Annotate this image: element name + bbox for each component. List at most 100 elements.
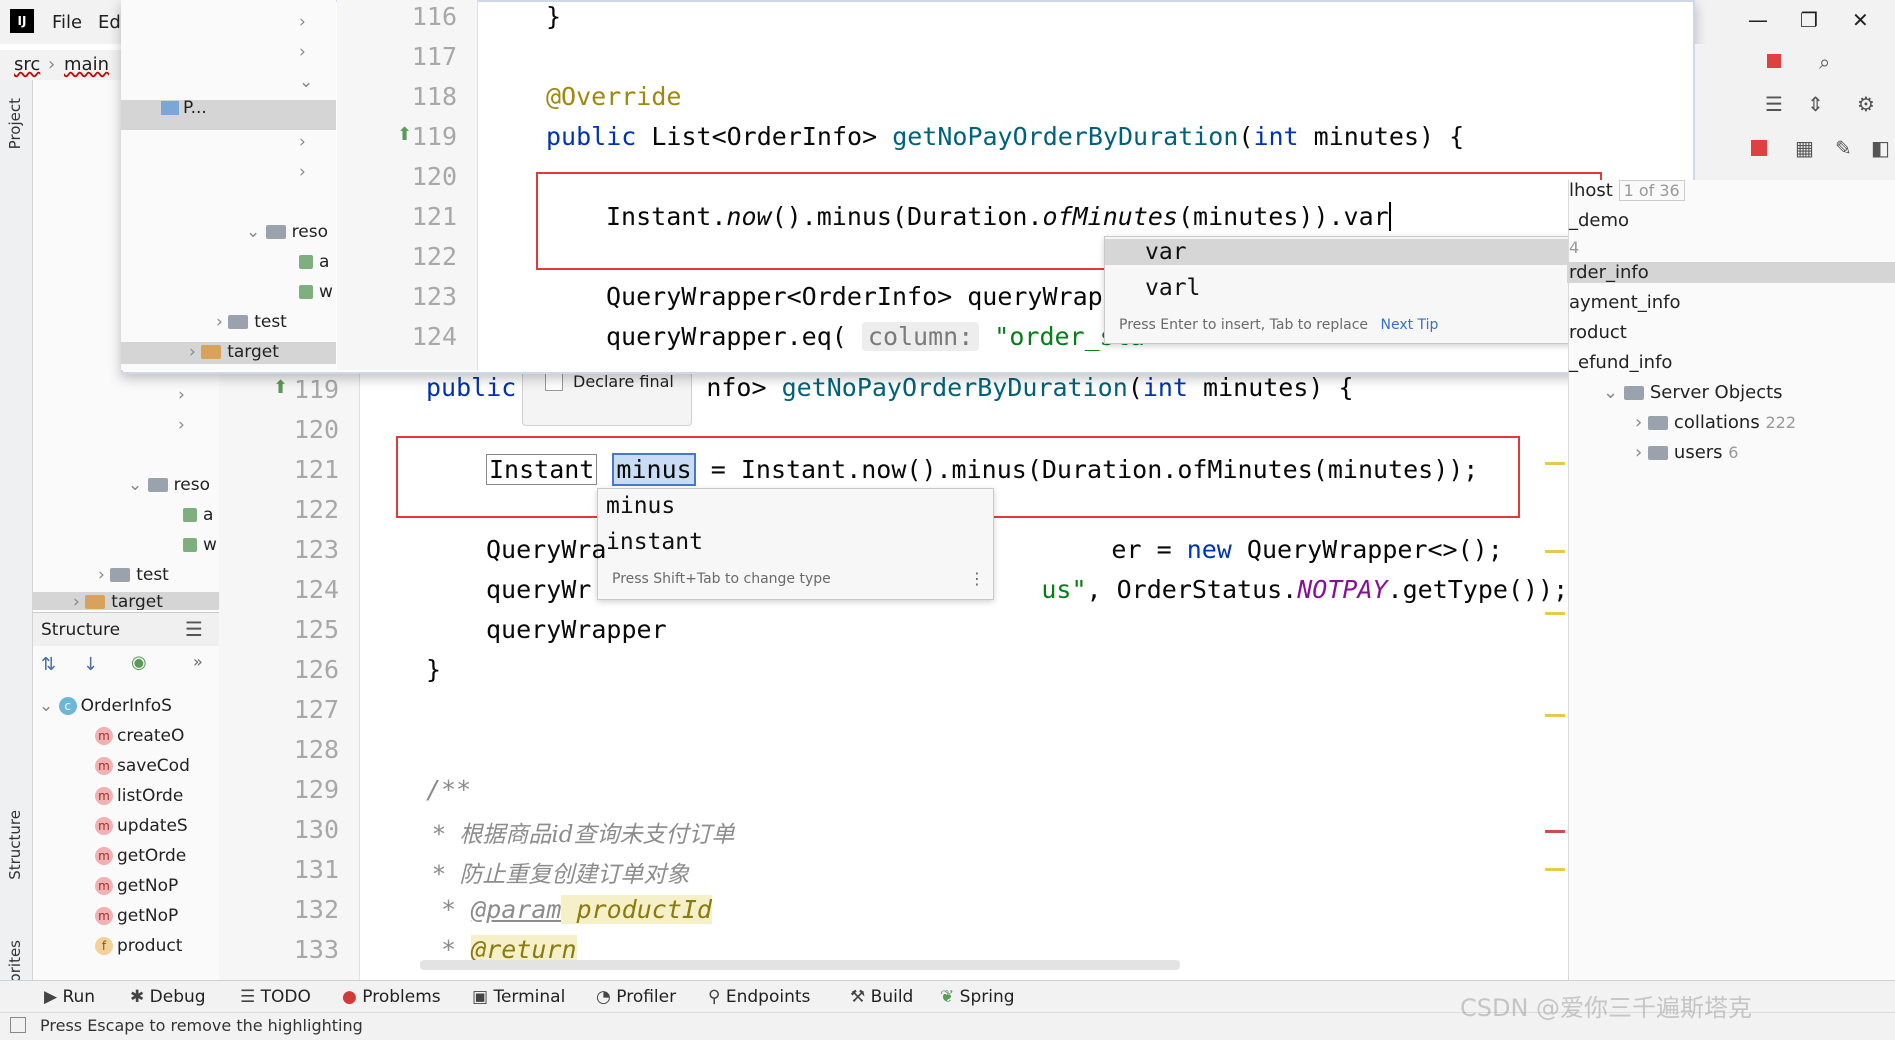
expand-chevron-icon[interactable]: › — [299, 42, 306, 62]
sort-visibility-icon[interactable]: ↓ — [83, 654, 98, 675]
run-tool-button[interactable]: ▶ Run — [44, 987, 95, 1007]
overlay-selected-row — [121, 100, 336, 130]
endpoints-tool-button[interactable]: ⚲ Endpoints — [708, 987, 810, 1007]
status-toggle-icon[interactable] — [10, 1017, 26, 1033]
todo-list-icon: ☰ — [240, 987, 256, 1007]
expand-all-icon[interactable]: ⇕ — [1807, 92, 1824, 116]
overlay-tree-file-a[interactable]: a — [299, 252, 329, 272]
restore-icon[interactable]: ❐ — [1800, 8, 1818, 32]
folder-icon — [1647, 416, 1668, 430]
line-number: 123 — [293, 535, 339, 564]
menu-file[interactable]: File — [52, 12, 82, 33]
show-inherited-icon[interactable]: ◉ — [131, 652, 147, 673]
line-number: 124 — [411, 322, 457, 351]
expand-chevron-icon: › — [1635, 442, 1648, 463]
collapse-chevron-icon[interactable]: ⌄ — [299, 72, 313, 92]
line-number: 120 — [293, 415, 339, 444]
expand-chevron-icon[interactable]: › — [178, 415, 185, 435]
edit-pencil-icon[interactable]: ✎ — [1835, 136, 1852, 160]
debug-tool-button[interactable]: ✱ Debug — [130, 987, 206, 1007]
line-number: 130 — [293, 815, 339, 844]
overlay-project-title: P... — [161, 98, 207, 118]
more-options-icon[interactable]: » — [193, 652, 203, 671]
db-table-refund-info[interactable]: _efund_info — [1569, 352, 1672, 373]
stop-icon[interactable] — [1751, 140, 1767, 156]
build-tool-button[interactable]: ⚒ Build — [850, 987, 913, 1007]
spring-tool-button[interactable]: ❦ Spring — [940, 987, 1015, 1007]
todo-tool-button[interactable]: ☰ TODO — [240, 987, 311, 1007]
database-panel: lhost 1 of 36 _demo 4 rder_info ayment_i… — [1567, 180, 1895, 980]
table-view-icon[interactable]: ▦ — [1795, 136, 1814, 160]
expand-chevron-icon[interactable]: › — [299, 162, 306, 182]
db-collations[interactable]: › collations 222 — [1635, 412, 1796, 433]
expand-chevron-icon: › — [73, 592, 86, 610]
line-number: 118 — [411, 82, 457, 111]
run-icon: ▶ — [44, 987, 58, 1007]
settings-gear-icon[interactable]: ⚙ — [1857, 92, 1875, 116]
profiler-tool-button[interactable]: ◔ Profiler — [596, 987, 676, 1007]
line-number: 124 — [293, 575, 339, 604]
horizontal-scrollbar[interactable] — [420, 960, 1180, 970]
expand-chevron-icon[interactable]: › — [299, 132, 306, 152]
tree-item-file-w[interactable]: w — [183, 535, 217, 555]
db-schema[interactable]: _demo — [1569, 210, 1629, 231]
close-icon[interactable]: ✕ — [1852, 8, 1869, 32]
collapse-all-icon[interactable]: ☰ — [1765, 92, 1783, 116]
search-icon[interactable]: ⌕ — [1819, 50, 1830, 74]
panel-options-icon[interactable]: ☰ — [185, 617, 203, 641]
db-host[interactable]: lhost 1 of 36 — [1569, 180, 1685, 201]
code-line-123: QueryWra er = new QueryWrapper<>(); — [486, 535, 1503, 564]
implements-gutter-icon[interactable]: ⬆ — [397, 124, 412, 145]
expand-chevron-icon[interactable]: › — [178, 385, 185, 405]
suggestion-minus[interactable]: minus — [598, 493, 993, 519]
menu-edit[interactable]: Ed — [98, 12, 121, 33]
folder-icon — [201, 345, 222, 359]
view-options-icon[interactable]: ◧ — [1871, 136, 1890, 160]
db-users[interactable]: › users 6 — [1635, 442, 1738, 463]
expand-chevron-icon[interactable]: › — [299, 12, 306, 32]
code-line-125: queryWrapper — [486, 615, 667, 644]
problems-tool-button[interactable]: ● Problems — [342, 987, 441, 1007]
field-icon: f — [95, 937, 113, 955]
stop-icon[interactable] — [1767, 54, 1781, 68]
overlay-tree-file-w[interactable]: w — [299, 282, 333, 302]
db-table-product[interactable]: roduct — [1569, 322, 1627, 343]
structure-root[interactable]: ⌄ c OrderInfoS — [39, 696, 172, 716]
declare-final-checkbox[interactable] — [545, 373, 563, 391]
project-tool-tab[interactable]: Project — [6, 98, 24, 149]
method-icon: m — [95, 907, 113, 925]
code-line-129: /** — [426, 775, 472, 804]
db-table-order-info[interactable]: rder_info — [1567, 262, 1895, 283]
structure-method[interactable]: m updateS — [95, 816, 188, 836]
overlay-code-line-123: QueryWrapper<OrderInfo> queryWrap — [606, 282, 1103, 311]
method-icon: m — [95, 877, 113, 895]
structure-tool-tab[interactable]: Structure — [6, 810, 24, 880]
db-server-objects[interactable]: ⌄ Server Objects — [1603, 382, 1783, 403]
minimize-icon[interactable]: — — [1748, 8, 1768, 32]
tree-item-file-a[interactable]: a — [183, 505, 213, 525]
folder-icon — [110, 568, 131, 582]
tree-item-test[interactable]: › test — [98, 565, 169, 585]
structure-method[interactable]: m getNoP — [95, 876, 178, 896]
breadcrumb-main[interactable]: main — [64, 54, 109, 75]
terminal-tool-button[interactable]: ▣ Terminal — [472, 987, 565, 1007]
scroll-marker — [1545, 462, 1565, 465]
breadcrumb-src[interactable]: src — [14, 54, 40, 75]
structure-method[interactable]: m saveCod — [95, 756, 190, 776]
implements-gutter-icon[interactable]: ⬆ — [273, 377, 288, 398]
overlay-code-line-121: Instant.now().minus(Duration.ofMinutes(m… — [606, 202, 1391, 231]
tree-item-target[interactable]: › target — [33, 592, 219, 610]
structure-method[interactable]: m getNoP — [95, 906, 178, 926]
structure-method[interactable]: m listOrde — [95, 786, 183, 806]
overlay-tree-target[interactable]: › target — [121, 342, 336, 364]
overlay-tree-resources[interactable]: ⌄ reso — [246, 222, 328, 242]
db-table-payment-info[interactable]: ayment_info — [1569, 292, 1681, 313]
structure-field[interactable]: f product — [95, 936, 182, 956]
structure-method[interactable]: m getOrde — [95, 846, 186, 866]
overlay-tree-test[interactable]: › test — [216, 312, 287, 332]
sort-alpha-icon[interactable]: ⇅ — [41, 654, 56, 675]
tree-item-resources[interactable]: ⌄ reso — [128, 475, 210, 495]
next-tip-link[interactable]: Next Tip — [1380, 317, 1438, 333]
project-view-icon — [161, 101, 179, 115]
structure-method[interactable]: m createO — [95, 726, 184, 746]
